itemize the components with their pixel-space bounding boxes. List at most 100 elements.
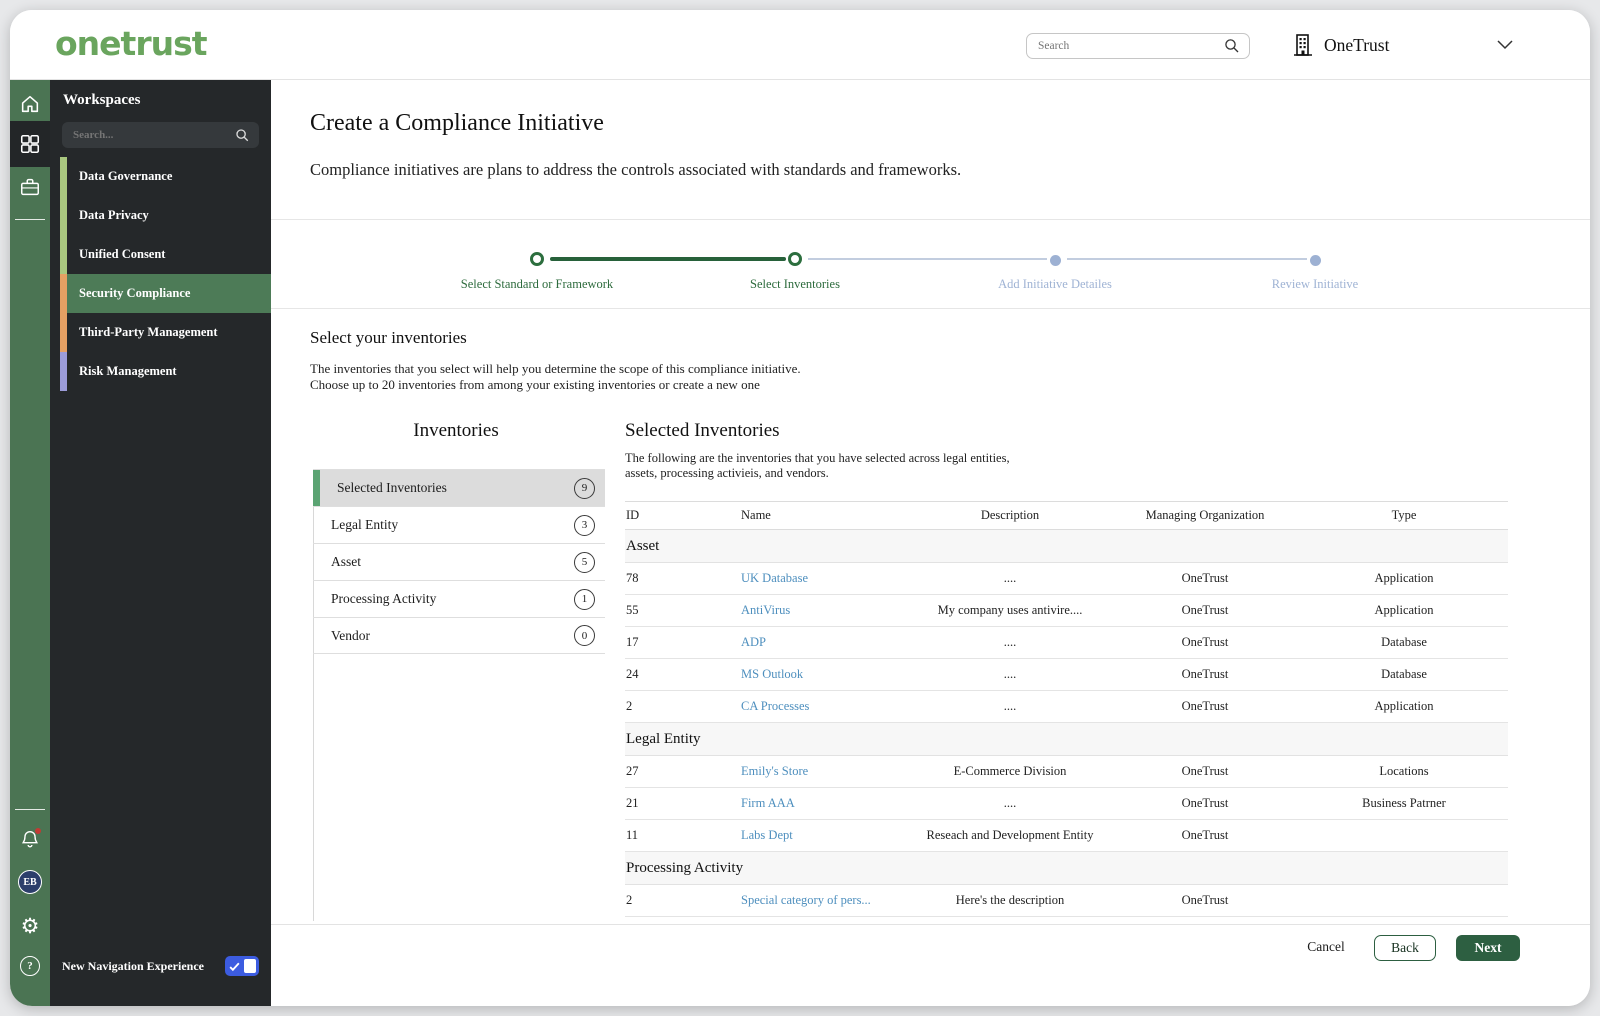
- user-avatar[interactable]: EB: [10, 862, 50, 902]
- cell-type: Database: [1381, 635, 1427, 649]
- cell-org: OneTrust: [1181, 796, 1229, 810]
- inventory-link[interactable]: MS Outlook: [740, 667, 910, 682]
- cell-type: Application: [1374, 699, 1434, 713]
- section-title: Select your inventories: [310, 328, 467, 347]
- cancel-button[interactable]: Cancel: [1301, 938, 1351, 956]
- column-header-managing-organization: Managing Organization: [1145, 508, 1265, 522]
- workspace-search[interactable]: [62, 122, 259, 148]
- gear-icon[interactable]: ⚙: [10, 906, 50, 946]
- inventory-filter-legal-entity[interactable]: Legal Entity 3: [313, 506, 605, 543]
- inventory-filter-label: Asset: [331, 554, 361, 569]
- section-description-line2: Choose up to 20 inventories from among y…: [310, 377, 760, 392]
- inventory-filter-asset[interactable]: Asset 5: [313, 543, 605, 580]
- help-icon[interactable]: ?: [10, 946, 50, 986]
- next-button[interactable]: Next: [1456, 935, 1520, 961]
- inventory-link[interactable]: ADP: [740, 635, 910, 650]
- new-navigation-toggle[interactable]: [225, 956, 259, 976]
- count-badge: 3: [574, 514, 595, 536]
- inventory-link[interactable]: Special category of pers...: [740, 893, 910, 908]
- table-group-header: Legal Entity: [625, 723, 1508, 756]
- cell-org: OneTrust: [1181, 603, 1229, 617]
- org-name: OneTrust: [1324, 34, 1390, 55]
- main-content: Create a Compliance Initiative Complianc…: [271, 80, 1590, 1006]
- workspaces-panel: Workspaces Data Governance Data Privacy: [50, 80, 271, 1006]
- cell-description: ....: [1003, 699, 1017, 713]
- accent-bar: [60, 157, 67, 196]
- global-search-input[interactable]: [1036, 39, 1224, 53]
- sidebar-item-security-compliance[interactable]: Security Compliance: [60, 274, 271, 313]
- workspace-search-input[interactable]: [71, 128, 235, 142]
- inventory-link[interactable]: AntiVirus: [740, 603, 910, 618]
- step-3-label[interactable]: Add Initiative Detailes: [945, 277, 1165, 292]
- sidebar-item-data-privacy[interactable]: Data Privacy: [60, 196, 271, 235]
- grid-icon[interactable]: [10, 121, 50, 167]
- org-switcher[interactable]: OneTrust: [1292, 10, 1389, 80]
- table-row: 24 MS Outlook .... OneTrust Database: [625, 659, 1508, 691]
- accent-bar: [60, 313, 67, 352]
- accent-bar: [60, 235, 67, 274]
- inventory-link[interactable]: Labs Dept: [740, 828, 910, 843]
- table-row: 55 AntiVirus My company uses antivire...…: [625, 595, 1508, 627]
- selected-inventories-description-line2: assets, processing activieis, and vendor…: [625, 466, 829, 480]
- sidebar-item-third-party-management[interactable]: Third-Party Management: [60, 313, 271, 352]
- stepper: Select Standard or Framework Select Inve…: [271, 219, 1590, 309]
- inventory-filter-label: Processing Activity: [331, 591, 437, 606]
- bell-icon[interactable]: [10, 819, 50, 859]
- stepper-connector: [550, 257, 786, 261]
- cell-description: ....: [1003, 667, 1017, 681]
- home-icon[interactable]: [10, 84, 50, 124]
- sidebar-item-unified-consent[interactable]: Unified Consent: [60, 235, 271, 274]
- table-row: 2 CA Processes .... OneTrust Application: [625, 691, 1508, 723]
- top-header: onetrust OneTrust: [10, 10, 1590, 80]
- section-description: The inventories that you select will hel…: [310, 361, 801, 393]
- cell-id: 78: [626, 571, 639, 585]
- inventory-filter-selected-inventories[interactable]: Selected Inventories 9: [313, 469, 605, 506]
- table-group-header: Processing Activity: [625, 852, 1508, 885]
- back-button[interactable]: Back: [1374, 935, 1436, 961]
- cell-description: Reseach and Development Entity: [926, 828, 1094, 842]
- inventory-link[interactable]: UK Database: [740, 571, 910, 586]
- cell-type: Database: [1381, 667, 1427, 681]
- inventories-list: Selected Inventories 9 Legal Entity 3 As…: [313, 469, 605, 654]
- step-3-marker[interactable]: [1050, 255, 1061, 266]
- table-row: 17 ADP .... OneTrust Database: [625, 627, 1508, 659]
- workspaces-title: Workspaces: [63, 92, 141, 108]
- table-row: 78 UK Database .... OneTrust Application: [625, 563, 1508, 595]
- step-2-label[interactable]: Select Inventories: [685, 277, 905, 292]
- icon-rail: EB ⚙ ?: [10, 80, 50, 1006]
- chevron-down-icon[interactable]: [1496, 39, 1514, 51]
- cell-org: OneTrust: [1181, 828, 1229, 842]
- onetrust-logo[interactable]: onetrust: [55, 24, 208, 63]
- cell-description: ....: [1003, 796, 1017, 810]
- global-search[interactable]: [1026, 33, 1250, 59]
- inventory-filter-processing-activity[interactable]: Processing Activity 1: [313, 580, 605, 617]
- inventory-link[interactable]: CA Processes: [740, 699, 910, 714]
- new-navigation-row: New Navigation Experience: [62, 956, 259, 976]
- cell-org: OneTrust: [1181, 667, 1229, 681]
- rail-divider-bottom: [15, 809, 45, 810]
- step-2-marker[interactable]: [788, 252, 802, 266]
- step-4-label[interactable]: Review Initiative: [1205, 277, 1425, 292]
- inventory-filter-vendor[interactable]: Vendor 0: [313, 617, 605, 654]
- new-navigation-label: New Navigation Experience: [62, 958, 204, 973]
- table-row: 21 Firm AAA .... OneTrust Business Patrn…: [625, 788, 1508, 820]
- step-1-label[interactable]: Select Standard or Framework: [427, 277, 647, 292]
- check-icon: [229, 962, 240, 971]
- table-row: 11 Labs Dept Reseach and Development Ent…: [625, 820, 1508, 852]
- count-badge: 1: [574, 588, 595, 610]
- avatar-initials: EB: [18, 870, 42, 894]
- cell-org: OneTrust: [1181, 635, 1229, 649]
- step-4-marker[interactable]: [1310, 255, 1321, 266]
- cell-description: ....: [1003, 571, 1017, 585]
- cell-id: 2: [626, 699, 633, 713]
- table-header: ID Name Description Managing Organizatio…: [625, 501, 1508, 530]
- inventory-link[interactable]: Emily's Store: [740, 764, 910, 779]
- accent-bar: [60, 274, 67, 313]
- search-icon: [235, 128, 250, 143]
- sidebar-item-data-governance[interactable]: Data Governance: [60, 157, 271, 196]
- inventory-link[interactable]: Firm AAA: [740, 796, 910, 811]
- briefcase-icon[interactable]: [10, 167, 50, 207]
- sidebar-item-risk-management[interactable]: Risk Management: [60, 352, 271, 391]
- step-1-marker[interactable]: [530, 252, 544, 266]
- cell-org: OneTrust: [1181, 571, 1229, 585]
